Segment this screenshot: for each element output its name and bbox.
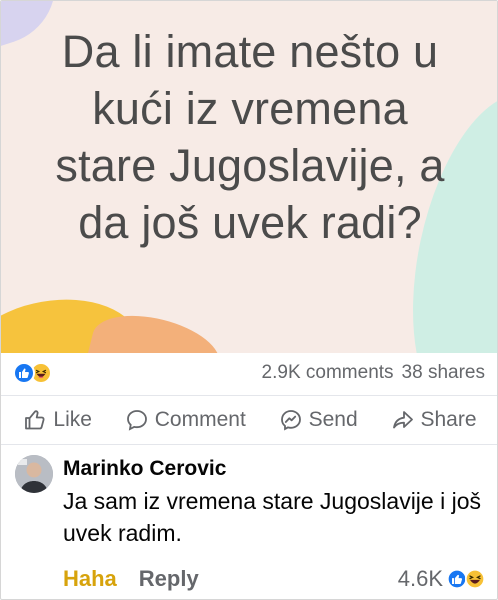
share-button[interactable]: Share [391, 408, 477, 432]
like-reaction-icon [447, 569, 467, 589]
comment-footer: Haha Reply 4.6K [63, 563, 485, 595]
stats-counts: 2.9K comments 38 shares [262, 362, 485, 384]
comment-author-name[interactable]: Marinko Cerovic [63, 455, 487, 483]
like-reaction-icon [13, 362, 35, 384]
reaction-summary[interactable] [13, 362, 52, 384]
comment-reaction-summary[interactable]: 4.6K [398, 566, 485, 592]
share-label: Share [420, 408, 477, 431]
comment-reaction-count: 4.6K [397, 566, 443, 591]
post-background-card[interactable]: Da li imate nešto u kući iz vremena star… [1, 1, 497, 353]
comment-reaction-button[interactable]: Haha [63, 566, 117, 592]
comment-button[interactable]: Comment [125, 408, 246, 432]
comment-bubble-icon [125, 408, 149, 432]
haha-reaction-icon [465, 569, 485, 589]
send-button[interactable]: Send [279, 408, 358, 432]
send-label: Send [308, 408, 358, 431]
comment-text: Ja sam iz vremena stare Jugoslavije i jo… [63, 488, 481, 546]
comments-count[interactable]: 2.9K comments [262, 362, 394, 384]
post-action-bar: Like Comment Send Share [1, 395, 497, 445]
comment-label: Comment [154, 408, 246, 431]
commenter-avatar[interactable] [15, 455, 53, 493]
comment-item: Marinko Cerovic Ja sam iz vremena stare … [1, 449, 497, 599]
shares-count[interactable]: 38 shares [402, 362, 485, 384]
post-text: Da li imate nešto u kući iz vremena star… [55, 26, 445, 248]
facebook-post: Da li imate nešto u kući iz vremena star… [0, 0, 498, 600]
reply-button[interactable]: Reply [139, 566, 199, 592]
thumbs-up-icon [23, 408, 47, 432]
share-arrow-icon [391, 408, 415, 432]
like-label: Like [53, 408, 92, 431]
post-stats-row: 2.9K comments 38 shares [1, 353, 497, 393]
messenger-icon [279, 408, 303, 432]
comment-body: Marinko Cerovic Ja sam iz vremena stare … [63, 455, 487, 549]
like-button[interactable]: Like [23, 408, 92, 432]
